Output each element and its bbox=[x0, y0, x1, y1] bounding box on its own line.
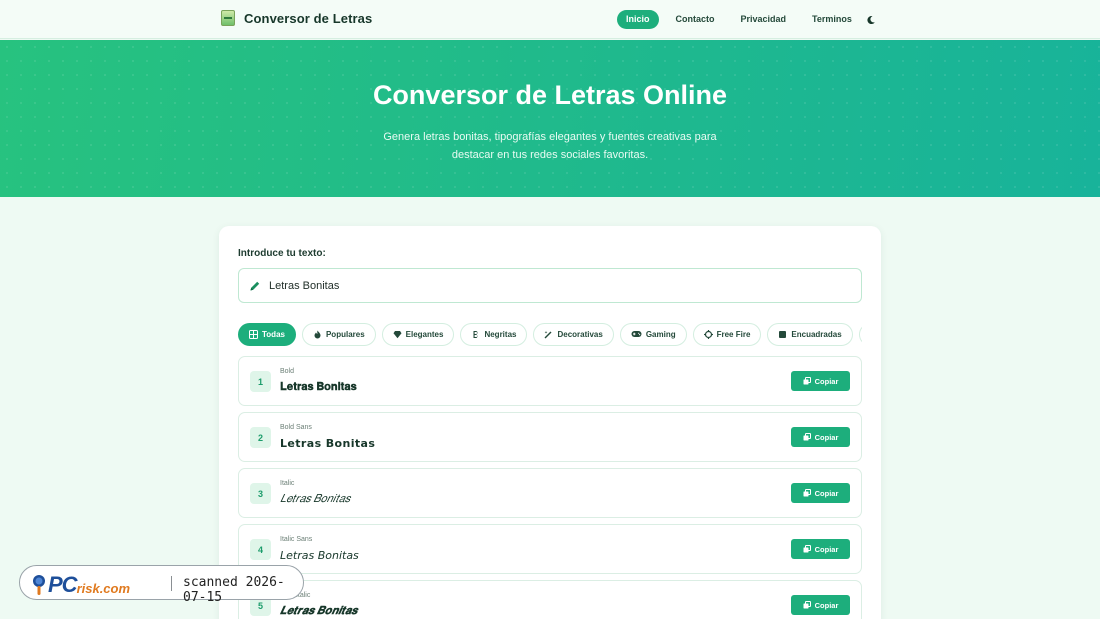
filter-gaming[interactable]: Gaming bbox=[619, 322, 687, 346]
filter-label: Decorativas bbox=[557, 329, 603, 339]
nav-link-terminos[interactable]: Terminos bbox=[803, 10, 861, 29]
copy-icon bbox=[803, 601, 811, 609]
nav-links: Inicio Contacto Privacidad Terminos bbox=[617, 10, 869, 29]
result-style-name: Bold bbox=[280, 368, 295, 375]
crosshair-icon bbox=[703, 329, 713, 339]
result-style-name: Italic bbox=[280, 480, 295, 487]
hero-title: Conversor de Letras Online bbox=[372, 80, 728, 110]
result-number: 1 bbox=[250, 371, 271, 392]
copy-icon bbox=[803, 433, 811, 441]
hero-banner: Conversor de Letras Online Genera letras… bbox=[0, 40, 1100, 197]
result-number: 3 bbox=[250, 483, 271, 504]
fire-icon bbox=[313, 330, 322, 339]
result-number: 2 bbox=[250, 427, 271, 448]
filter-encuadradas[interactable]: Encuadradas bbox=[767, 322, 853, 346]
result-row: 2 Bold Sans 𝗟𝗲𝘁𝗿𝗮𝘀 𝗕𝗼𝗻𝗶𝘁𝗮𝘀 Copiar bbox=[238, 412, 862, 462]
filter-populares[interactable]: Populares bbox=[301, 322, 376, 346]
input-label: Introduce tu texto: bbox=[238, 248, 326, 259]
bold-icon bbox=[471, 330, 480, 339]
filter-free-fire[interactable]: Free Fire bbox=[692, 322, 762, 346]
gem-icon bbox=[393, 330, 402, 339]
pcrisk-logo-risk: risk.com bbox=[76, 580, 131, 596]
pencil-icon bbox=[249, 280, 261, 292]
gamepad-icon bbox=[631, 330, 642, 339]
result-row: 5 Bold Italic 𝑳𝒆𝒕𝒓𝒂𝒔 𝑩𝒐𝒏𝒊𝒕𝒂𝒔 Copiar bbox=[238, 580, 862, 619]
copy-button[interactable]: Copiar bbox=[791, 427, 850, 447]
top-navbar: Conversor de Letras Inicio Contacto Priv… bbox=[0, 0, 1100, 39]
filter-label: Free Fire bbox=[716, 329, 751, 339]
filter-label: Gaming bbox=[645, 329, 676, 339]
copy-button[interactable]: Copiar bbox=[791, 595, 850, 615]
filter-label: Encuadradas bbox=[791, 329, 842, 339]
text-input[interactable] bbox=[269, 279, 829, 292]
copy-button-label: Copiar bbox=[814, 544, 839, 554]
copy-button-label: Copiar bbox=[814, 600, 839, 610]
result-styled-text: 𝐿𝑒𝑡𝑟𝑎𝑠 𝐵𝑜𝑛𝑖𝑡𝑎𝑠 bbox=[280, 493, 351, 505]
filter-label: Populares bbox=[325, 329, 365, 339]
copy-button-label: Copiar bbox=[814, 488, 839, 498]
square-icon bbox=[778, 330, 787, 339]
pcrisk-logo: PC risk.com bbox=[31, 572, 130, 598]
filter-todas[interactable]: Todas bbox=[238, 322, 296, 346]
result-row: 1 Bold 𝐋𝐞𝐭𝐫𝐚𝐬 𝐁𝐨𝐧𝐢𝐭𝐚𝐬 Copiar bbox=[238, 356, 862, 406]
pcrisk-logo-pc: PC bbox=[48, 572, 78, 597]
filter-label: Todas bbox=[262, 329, 285, 339]
copy-icon bbox=[803, 545, 811, 553]
result-row: 4 Italic Sans 𝘓𝘦𝘵𝘳𝘢𝘴 𝘉𝘰𝘯𝘪𝘵𝘢𝘴 Copiar bbox=[238, 524, 862, 574]
theme-toggle-button[interactable] bbox=[861, 10, 880, 29]
nav-link-inicio[interactable]: Inicio bbox=[617, 10, 659, 29]
result-styled-text: 𝐋𝐞𝐭𝐫𝐚𝐬 𝐁𝐨𝐧𝐢𝐭𝐚𝐬 bbox=[280, 381, 357, 393]
pcrisk-watermark: PC risk.com scanned 2026-07-15 bbox=[19, 565, 304, 605]
brand[interactable]: Conversor de Letras bbox=[221, 10, 372, 26]
copy-button[interactable]: Copiar bbox=[791, 483, 850, 503]
copy-icon bbox=[803, 489, 811, 497]
grid-icon bbox=[249, 329, 258, 339]
brand-name: Conversor de Letras bbox=[244, 10, 373, 26]
magic-wand-icon bbox=[544, 330, 553, 339]
copy-button[interactable]: Copiar bbox=[791, 371, 850, 391]
brand-logo-icon bbox=[221, 10, 235, 26]
result-styled-text: 𝘓𝘦𝘵𝘳𝘢𝘴 𝘉𝘰𝘯𝘪𝘵𝘢𝘴 bbox=[280, 549, 359, 562]
nav-link-contacto[interactable]: Contacto bbox=[667, 10, 724, 29]
nav-link-privacidad[interactable]: Privacidad bbox=[732, 10, 796, 29]
copy-button-label: Copiar bbox=[814, 376, 839, 386]
filter-label: Elegantes bbox=[405, 329, 444, 339]
result-style-name: Bold Sans bbox=[280, 424, 312, 431]
copy-button-label: Copiar bbox=[814, 432, 839, 442]
magnifier-icon bbox=[33, 575, 45, 595]
converter-card: Introduce tu texto: Todas Populares bbox=[219, 226, 881, 619]
watermark-divider bbox=[171, 576, 172, 591]
filter-label: Negritas bbox=[484, 329, 517, 339]
result-styled-text: 𝑳𝒆𝒕𝒓𝒂𝒔 𝑩𝒐𝒏𝒊𝒕𝒂𝒔 bbox=[280, 605, 358, 617]
result-number: 4 bbox=[250, 539, 271, 560]
result-styled-text: 𝗟𝗲𝘁𝗿𝗮𝘀 𝗕𝗼𝗻𝗶𝘁𝗮𝘀 bbox=[280, 437, 376, 450]
result-row: 3 Italic 𝐿𝑒𝑡𝑟𝑎𝑠 𝐵𝑜𝑛𝑖𝑡𝑎𝑠 Copiar bbox=[238, 468, 862, 518]
text-input-field[interactable] bbox=[238, 268, 862, 303]
category-filters: Todas Populares Elegantes Negritas Decor… bbox=[238, 322, 862, 346]
watermark-scan-text: scanned 2026-07-15 bbox=[183, 575, 285, 605]
filter-negritas[interactable]: Negritas bbox=[460, 322, 528, 346]
filter-corazones[interactable] bbox=[858, 322, 862, 346]
moon-icon bbox=[866, 15, 875, 24]
hero-subtitle: Genera letras bonitas, tipografías elega… bbox=[383, 131, 717, 161]
result-style-name: Italic Sans bbox=[280, 536, 313, 543]
filter-decorativas[interactable]: Decorativas bbox=[533, 322, 614, 346]
filter-elegantes[interactable]: Elegantes bbox=[381, 322, 455, 346]
copy-button[interactable]: Copiar bbox=[791, 539, 850, 559]
copy-icon bbox=[803, 377, 811, 385]
